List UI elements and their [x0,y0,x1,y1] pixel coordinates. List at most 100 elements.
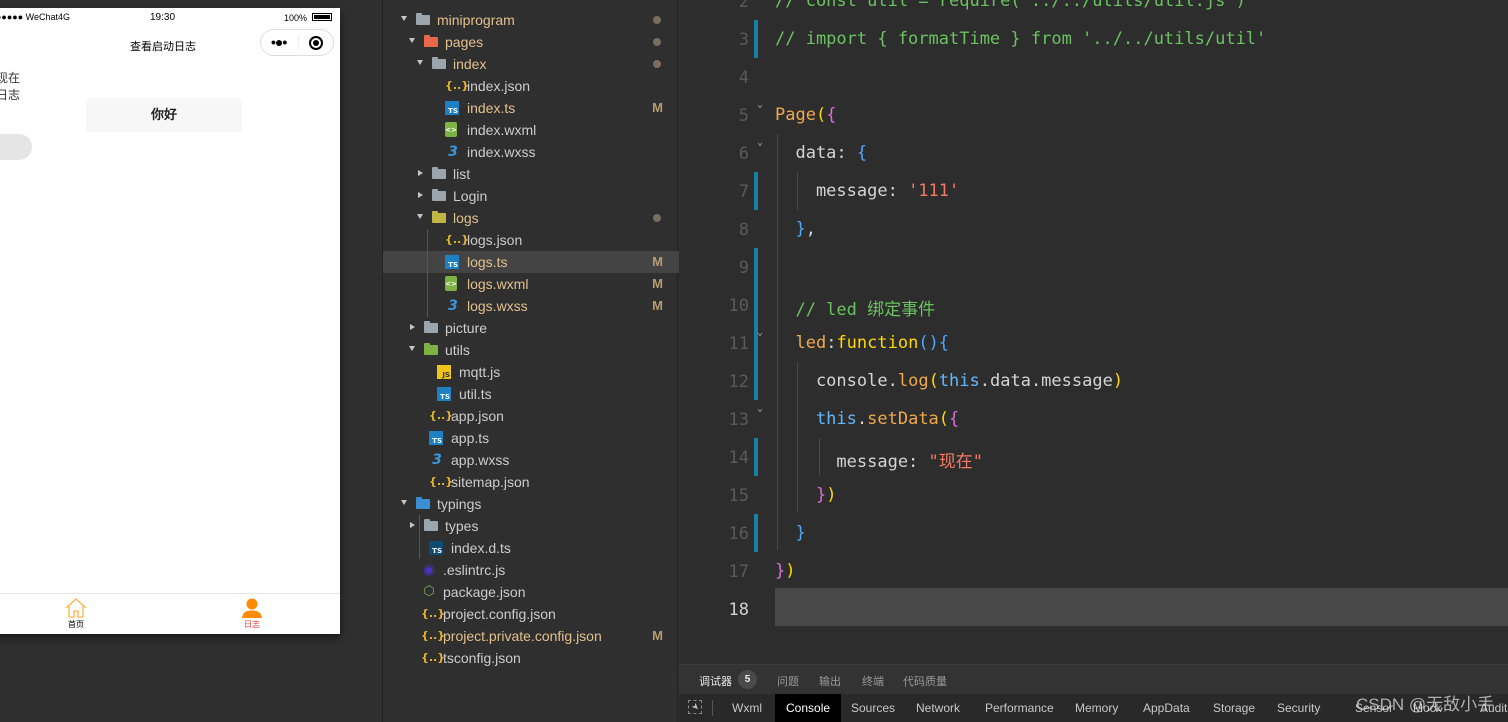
tab-log[interactable]: 日志 [222,596,282,629]
tree-file[interactable]: 3 app.wxss [383,449,679,471]
tab-home[interactable]: 首页 [46,596,106,629]
fold-chevron-icon[interactable]: ⌄ [757,327,763,338]
code-text: data: { [775,143,867,163]
modified-badge: M [652,276,663,291]
chevron-down-icon[interactable] [401,16,407,21]
status-bar: ●●●●● WeChat4G 19:30 100% [0,8,340,28]
debugger-count-badge: 5 [738,670,757,689]
clock: 19:30 [150,12,176,23]
code-line[interactable]: 2 // const util = require('../../utils/ut… [679,0,1508,20]
panel-tab[interactable]: 问题 [777,673,799,689]
tree-file[interactable]: {..} tsconfig.json [383,647,679,669]
chevron-down-icon[interactable] [409,346,415,351]
change-marker [754,438,758,476]
file-name: .eslintrc.js [443,562,506,578]
code-line[interactable]: 9 [679,248,1508,286]
panel-tab[interactable]: 输出 [819,673,841,689]
code-line[interactable]: 10 // led 绑定事件 [679,286,1508,324]
devtools-tab-performance[interactable]: Performance [974,694,1065,722]
tree-file[interactable]: ⬡ package.json [383,581,679,603]
tree-file[interactable]: 3 index.wxss [383,141,679,163]
code-line[interactable]: 6 ⌄ data: { [679,134,1508,172]
file-name: miniprogram [437,12,515,28]
code-line[interactable]: 14 message: "现在" [679,438,1508,476]
chevron-down-icon[interactable] [409,38,415,43]
led-switch[interactable] [0,134,32,160]
tree-file[interactable]: TS app.ts [383,427,679,449]
code-editor[interactable]: 2 // const util = require('../../utils/ut… [679,0,1508,664]
inspect-element-icon[interactable] [688,700,702,714]
fold-chevron-icon[interactable]: ⌄ [757,403,763,414]
tree-file[interactable]: TS index.ts M [383,97,679,119]
code-line[interactable]: 18 [679,590,1508,628]
devtools-tab-wxml[interactable]: Wxml [721,694,773,722]
code-line[interactable]: 15 }) [679,476,1508,514]
code-line[interactable]: 12 console.log(this.data.message) [679,362,1508,400]
hello-button[interactable]: 你好 [86,98,242,132]
line-number: 9 [738,258,749,278]
tree-file[interactable]: {..} index.json [383,75,679,97]
json-file-icon: {..} [445,233,470,246]
line-number: 13 [728,410,749,430]
code-text: Page({ [775,105,836,125]
tree-folder[interactable]: Login [383,185,679,207]
tree-file[interactable]: TS util.ts [383,383,679,405]
chevron-down-icon[interactable] [401,500,407,505]
code-line[interactable]: 17}) [679,552,1508,590]
code-line[interactable]: 13 ⌄ this.setData({ [679,400,1508,438]
code-line[interactable]: 16 } [679,514,1508,552]
tree-folder[interactable]: utils [383,339,679,361]
tree-folder[interactable]: typings [383,493,679,515]
tree-file[interactable]: {..} project.private.config.json M [383,625,679,647]
tree-file[interactable]: {..} sitemap.json [383,471,679,493]
tree-file[interactable]: JS mqtt.js [383,361,679,383]
code-line[interactable]: 7 message: '111' [679,172,1508,210]
capsule-divider [298,36,299,50]
code-token: } [775,219,806,239]
tree-folder[interactable]: types [383,515,679,537]
home-icon [65,598,87,618]
typescript-file-icon: TS [445,255,459,269]
tree-folder[interactable]: logs [383,207,679,229]
devtools-tab-security[interactable]: Security [1266,694,1331,722]
devtools-tab-storage[interactable]: Storage [1202,694,1266,722]
fold-chevron-icon[interactable]: ⌄ [757,137,763,148]
chevron-down-icon[interactable] [417,60,423,65]
code-text: // const util = require('../../utils/uti… [775,0,1246,11]
tree-file[interactable]: TS index.d.ts [383,537,679,559]
chevron-down-icon[interactable] [417,214,423,219]
code-token: ( [815,105,827,125]
code-line[interactable]: 8 }, [679,210,1508,248]
fold-chevron-icon[interactable]: ⌄ [757,99,763,110]
devtools-tab-network[interactable]: Network [905,694,971,722]
tree-folder[interactable]: pages [383,31,679,53]
chevron-right-icon[interactable] [418,170,423,176]
chevron-right-icon[interactable] [410,324,415,330]
code-token: { [856,143,868,163]
code-line[interactable]: 3 // import { formatTime } from '../../ut… [679,20,1508,58]
devtools-tab-console[interactable]: Console [775,694,842,722]
panel-tab[interactable]: 调试器 [699,673,732,697]
code-line[interactable]: 4 [679,58,1508,96]
tree-folder[interactable]: index [383,53,679,75]
chevron-right-icon[interactable] [418,192,423,198]
code-line[interactable]: 11 ⌄ led:function(){ [679,324,1508,362]
code-line[interactable]: 5 ⌄ Page({ [679,96,1508,134]
tree-file[interactable]: {..} app.json [383,405,679,427]
devtools-tab-sources[interactable]: Sources [840,694,906,722]
tree-folder[interactable]: list [383,163,679,185]
tree-file[interactable]: ◉ .eslintrc.js [383,559,679,581]
code-token: ( [938,409,950,429]
more-icon[interactable]: •●• [271,34,287,50]
tree-folder[interactable]: picture [383,317,679,339]
tree-file[interactable]: {..} project.config.json [383,603,679,625]
tree-file[interactable]: <> index.wxml [383,119,679,141]
utils-folder-icon [423,342,439,358]
panel-tab[interactable]: 终端 [862,673,884,689]
devtools-tab-appdata[interactable]: AppData [1132,694,1201,722]
close-mini-program-icon[interactable] [309,36,323,50]
tree-folder[interactable]: miniprogram [383,9,679,31]
panel-tab[interactable]: 代码质量 [903,673,947,689]
devtools-tab-memory[interactable]: Memory [1064,694,1129,722]
chevron-right-icon[interactable] [410,522,415,528]
